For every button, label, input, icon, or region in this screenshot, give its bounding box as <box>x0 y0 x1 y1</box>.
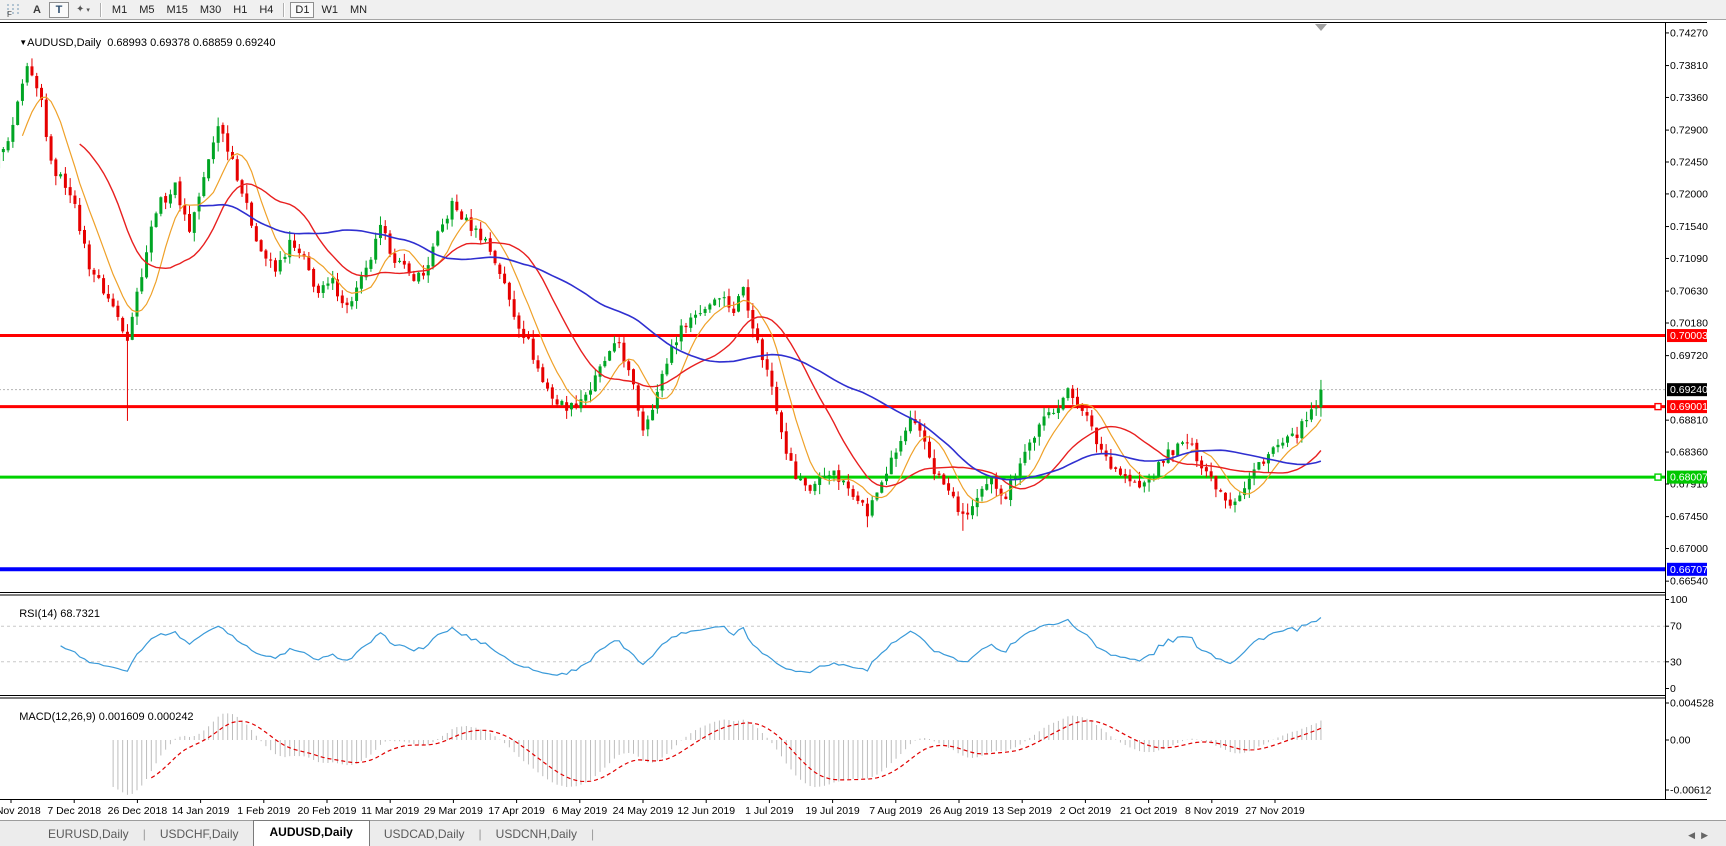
price-tick-label: 0.70630 <box>1670 286 1708 298</box>
line-handle[interactable] <box>1655 404 1661 410</box>
timeframe-button-d1[interactable]: D1 <box>290 2 314 18</box>
date-tick-label: 1 Jul 2019 <box>745 805 794 817</box>
chart-tab-bar: EURUSD,Daily|USDCHF,DailyAUDUSD,DailyUSD… <box>0 820 1726 846</box>
price-label-0.70003: 0.70003 <box>1667 329 1708 342</box>
price-tick-label: 0.71090 <box>1670 253 1708 265</box>
svg-text:0.70003: 0.70003 <box>1670 330 1708 342</box>
date-tick-label: 11 Mar 2019 <box>361 805 419 817</box>
date-tick-label: 26 Dec 2018 <box>108 805 168 817</box>
moving-averages <box>22 97 1321 502</box>
date-tick-label: 2 Oct 2019 <box>1060 805 1112 817</box>
date-tick-label: 29 Mar 2019 <box>424 805 483 817</box>
current-price-label: 0.69240 <box>1667 383 1708 396</box>
toolbar-separator <box>100 3 102 17</box>
rsi-axis-label: 0 <box>1670 683 1676 695</box>
price-tick-label: 0.74270 <box>1670 27 1708 39</box>
timeframe-button-h1[interactable]: H1 <box>228 2 252 18</box>
timeframe-group: M1M5M15M30H1H4 D1W1MN <box>106 2 373 18</box>
tab-scroll-arrows[interactable]: ◀▶ <box>1688 830 1714 841</box>
date-tick-label: 20 Feb 2019 <box>298 805 357 817</box>
chart-tabs: EURUSD,Daily|USDCHF,DailyAUDUSD,DailyUSD… <box>34 821 594 846</box>
date-tick-label: 1 Feb 2019 <box>237 805 290 817</box>
tab-scroll-right-icon[interactable]: ▶ <box>1701 830 1714 840</box>
date-tick-label: 12 Jun 2019 <box>677 805 735 817</box>
date-tick-label: 13 Sep 2019 <box>992 805 1052 817</box>
svg-text:0.66707: 0.66707 <box>1670 564 1708 576</box>
text-annotation-button[interactable]: A <box>27 2 47 18</box>
price-label-0.69001: 0.69001 <box>1667 400 1708 413</box>
price-tick-label: 0.72900 <box>1670 125 1708 137</box>
price-label-0.68007: 0.68007 <box>1667 471 1708 484</box>
tab-audusd[interactable]: AUDUSD,Daily <box>253 820 370 846</box>
price-tick-label: 0.68810 <box>1670 415 1708 427</box>
date-tick-label: 19 Nov 2018 <box>0 805 41 817</box>
timeframe-button-m15[interactable]: M15 <box>161 2 192 18</box>
rsi-axis-label: 70 <box>1670 621 1682 633</box>
macd-axis-label: 0.004528 <box>1670 698 1714 710</box>
price-tick-label: 0.72450 <box>1670 157 1708 169</box>
svg-text:0.68007: 0.68007 <box>1670 472 1708 484</box>
line-handle[interactable] <box>1655 474 1661 480</box>
rsi-axis-label: 100 <box>1670 594 1688 606</box>
svg-text:0.69240: 0.69240 <box>1670 384 1708 396</box>
date-tick-label: 19 Jul 2019 <box>805 805 859 817</box>
chart-canvas[interactable]: 0.74270 0.73810 0.73360 0.72900 0.72450 0.720… <box>0 19 1726 820</box>
candles <box>0 58 1322 530</box>
tab-separator: | <box>591 823 594 846</box>
panel-frames <box>0 19 1707 820</box>
svg-text:F: F <box>7 10 12 17</box>
rsi-axis-label: 30 <box>1670 656 1682 668</box>
tab-scroll-left-icon[interactable]: ◀ <box>1688 830 1701 840</box>
timeframe-button-h4[interactable]: H4 <box>254 2 278 18</box>
arrows-tool-button[interactable]: ✦ ▾ <box>71 2 95 18</box>
price-tick-label: 0.69720 <box>1670 350 1708 362</box>
text-label-button[interactable]: T <box>49 2 69 18</box>
date-tick-label: 24 May 2019 <box>613 805 674 817</box>
macd-histogram <box>113 713 1321 794</box>
date-tick-label: 26 Aug 2019 <box>930 805 989 817</box>
grid-dots-icon: F <box>6 3 20 17</box>
price-tick-label: 0.72000 <box>1670 188 1708 200</box>
timeframe-button-m1[interactable]: M1 <box>107 2 132 18</box>
tab-usdcnh[interactable]: USDCNH,Daily <box>482 823 591 846</box>
toolbar-separator <box>283 3 285 17</box>
price-tick-label: 0.67450 <box>1670 511 1708 523</box>
tab-usdchf[interactable]: USDCHF,Daily <box>146 823 253 846</box>
price-tick-label: 0.71540 <box>1670 221 1708 233</box>
price-tick-label: 0.70180 <box>1670 318 1708 330</box>
date-tick-label: 6 May 2019 <box>552 805 607 817</box>
chart-window: 0.74270 0.73810 0.73360 0.72900 0.72450 0.720… <box>0 19 1726 820</box>
date-tick-label: 14 Jan 2019 <box>172 805 230 817</box>
date-tick-label: 7 Dec 2018 <box>47 805 101 817</box>
price-tick-label: 0.73360 <box>1670 92 1708 104</box>
last-bar-marker-icon <box>1315 24 1327 31</box>
tab-eurusd[interactable]: EURUSD,Daily <box>34 823 143 846</box>
price-tick-label: 0.66540 <box>1670 576 1708 588</box>
date-tick-label: 8 Nov 2019 <box>1185 805 1239 817</box>
chevron-down-icon: ▾ <box>86 6 90 14</box>
timeframe-button-mn[interactable]: MN <box>345 2 372 18</box>
price-tick-label: 0.68360 <box>1670 447 1708 459</box>
date-tick-label: 7 Aug 2019 <box>869 805 922 817</box>
price-tick-label: 0.73810 <box>1670 60 1708 72</box>
timeframe-button-w1[interactable]: W1 <box>316 2 343 18</box>
date-tick-label: 27 Nov 2019 <box>1245 805 1305 817</box>
tab-usdcad[interactable]: USDCAD,Daily <box>370 823 479 846</box>
date-tick-label: 17 Apr 2019 <box>488 805 545 817</box>
price-label-0.66707: 0.66707 <box>1667 563 1708 576</box>
timeframe-button-m30[interactable]: M30 <box>195 2 226 18</box>
horizontal-line-objects[interactable] <box>0 336 1665 570</box>
macd-axis-label: 0.00 <box>1670 735 1691 747</box>
timeframe-button-m5[interactable]: M5 <box>134 2 159 18</box>
arrows-icon: ✦ <box>76 4 84 15</box>
grid-snap-button[interactable]: F <box>1 2 25 18</box>
price-tick-label: 0.67000 <box>1670 543 1708 555</box>
svg-text:0.69001: 0.69001 <box>1670 401 1708 413</box>
macd-signal-line <box>151 721 1321 782</box>
date-axis[interactable]: 19 Nov 2018 7 Dec 2018 26 Dec 2018 14 Jan 2… <box>0 799 1305 817</box>
macd-axis-label: -0.00612 <box>1670 785 1712 797</box>
date-tick-label: 21 Oct 2019 <box>1120 805 1177 817</box>
toolbar: F A T ✦ ▾ M1M5M15M30H1H4 D1W1MN <box>0 0 1726 20</box>
